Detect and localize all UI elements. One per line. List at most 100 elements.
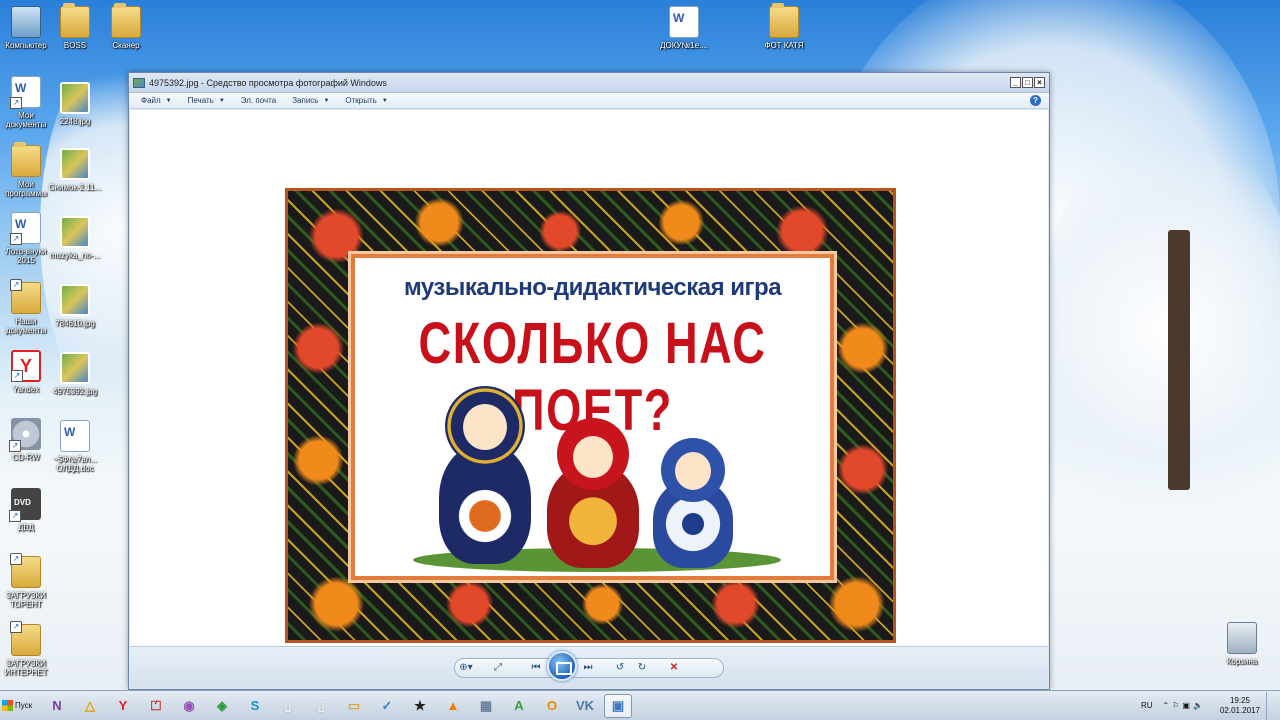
documents-icon [10,76,41,109]
desktop-icon-label: Корзина [1226,657,1258,666]
desktop-icon-2248[interactable]: 2248.jpg [47,82,103,126]
menu-label: Файл [141,96,161,105]
tray-icons[interactable]: ⌃⚐▣🔈 [1163,701,1206,710]
blank-doc-icon[interactable]: ▯ [274,694,302,718]
maximize-button[interactable]: □ [1022,77,1033,88]
desktop-icon-computer[interactable]: Компьютер [0,6,54,50]
poster-subtitle: музыкально-дидактическая игра [403,274,782,301]
folder-icon [769,3,799,38]
chevron-down-icon: ▼ [165,97,172,104]
pdf-reader-icon[interactable]: ⏍ [142,694,170,718]
desktop-icon-dvd[interactable]: ДВД [0,488,54,532]
desktop-icon-our-documents[interactable]: Наши документы [0,279,54,335]
slideshow-button[interactable] [547,651,577,681]
calculator-icon[interactable]: ▦ [472,694,500,718]
actual-size-button[interactable]: ⤢ [487,659,509,677]
next-button[interactable]: ⏭ [577,659,599,677]
desktop-icon-yandex[interactable]: Yandex [0,350,54,394]
yandex-icon [11,350,41,382]
rotate-cw-button[interactable]: ↻ [631,659,653,677]
show-desktop-button[interactable] [1266,691,1274,720]
desktop-icon-label: ДВД [18,523,34,532]
desktop-icon-boss[interactable]: BOSS [47,3,103,50]
chrome-icon[interactable]: ◈ [208,694,236,718]
desktop-icon-fot-katya[interactable]: ФОТ КАТЯ [756,3,812,50]
menu-email[interactable]: Эл. почта [241,96,276,105]
clock-time: 19:25 [1229,695,1250,705]
start-button[interactable]: Пуск [2,694,38,718]
vk-icon[interactable]: VK [571,694,599,718]
vlc-icon[interactable]: ▲ [439,694,467,718]
matryoshka-blue-large [439,386,531,564]
photo-viewer-window: 4975392.jpg - Средство просмотра фотогра… [128,72,1050,690]
desktop-icon-label: Мои программы [5,180,47,198]
desktop-icon-label: Снимок-2.11... [48,183,102,192]
taskbar-apps: N △ Y ⏍ ◉ ◈ S ▯ ▯ ▭ ✓ ★ ▲ ▦ A О VK ▣ [38,693,632,718]
chevron-down-icon: ▼ [381,97,388,104]
desktop-icon-4975392[interactable]: 4975392.jpg [47,352,103,396]
odnoklassniki-icon[interactable]: О [538,694,566,718]
camera-app-icon[interactable]: ★ [406,694,434,718]
desktop-icon-muzyka[interactable]: muzyka_no-... [47,216,103,260]
matryoshka-white-small [653,438,733,568]
folder-icon [10,621,41,656]
skype-icon[interactable]: S [241,694,269,718]
clock[interactable]: 19:25 02.01.2017 [1220,696,1260,716]
notepad-icon[interactable]: ▯ [307,694,335,718]
document-icon [10,212,41,245]
folder-icon [10,553,41,588]
desktop-icon-cdrw[interactable]: CD-RW [0,418,54,462]
desktop-icon-label: muzyka_no-... [49,251,101,260]
desktop-icon-internet-downloads[interactable]: ЗАГРУЗКИ ИНТЕРНЕТ [0,621,54,677]
yandex-browser-icon[interactable]: Y [109,694,137,718]
desktop-icon-label: Мои документы [5,111,47,129]
rotate-ccw-button[interactable]: ↺ [609,659,631,677]
explorer-icon[interactable]: ▭ [340,694,368,718]
menu-print[interactable]: Печать ▼ [188,96,225,105]
media-player-icon[interactable]: ◉ [175,694,203,718]
desktop-icon-my-documents[interactable]: Мои документы [0,76,54,129]
word-document-icon [669,6,699,38]
desktop-icon-784610[interactable]: 784610.jpg [47,284,103,328]
desktop-icon-label: 2248.jpg [59,117,91,126]
archicad-icon[interactable]: △ [76,694,104,718]
desktop-icon-torrent-downloads[interactable]: ЗАГРУЗКИ ТОРЕНТ [0,553,54,609]
delete-button[interactable]: ✕ [663,659,685,677]
image-viewport[interactable]: музыкально-дидактическая игра СКОЛЬКО НА… [130,110,1048,648]
desktop-icon-label: 784610.jpg [55,319,95,328]
onenote-icon[interactable]: N [43,694,71,718]
desktop-icon-loto[interactable]: Лото-внуки 2015 [0,212,54,265]
menu-open[interactable]: Открыть ▼ [345,96,387,105]
computer-icon [11,6,41,38]
desktop-icon-label: CD-RW [12,453,40,462]
chevron-down-icon: ▼ [218,97,225,104]
desktop-icon-doc-temp[interactable]: ~$Ф№7вл... ОЛДД.doc [47,420,103,473]
language-indicator[interactable]: RU [1141,701,1153,710]
minimize-button[interactable]: _ [1010,77,1021,88]
recycle-bin-icon [1227,622,1257,654]
desktop-icon-label: BOSS [63,41,87,50]
window-title: 4975392.jpg - Средство просмотра фотогра… [149,77,387,88]
menu-burn[interactable]: Запись ▼ [292,96,329,105]
desktop-icon-label: ДОКУ№1е.... [660,41,708,50]
desktop-icon-my-programs[interactable]: Мои программы [0,142,54,198]
help-icon[interactable]: ? [1030,95,1041,106]
desktop-icon-scanner[interactable]: Сканер [98,3,154,50]
checklist-icon[interactable]: ✓ [373,694,401,718]
previous-button[interactable]: ⏮ [525,659,547,677]
a-app-icon[interactable]: A [505,694,533,718]
menu-file[interactable]: Файл ▼ [141,96,172,105]
close-button[interactable]: × [1034,77,1045,88]
photo-viewer-icon[interactable]: ▣ [604,693,632,718]
taskbar: Пуск N △ Y ⏍ ◉ ◈ S ▯ ▯ ▭ ✓ ★ ▲ ▦ A О VK ▣ RU ⌃⚐▣🔈 19:25 0… [0,690,1280,720]
tree-trunk [1168,230,1190,490]
title-bar[interactable]: 4975392.jpg - Средство просмотра фотогра… [129,73,1049,93]
desktop-icon-label: 4975392.jpg [52,387,98,396]
desktop-icon-recycle-bin[interactable]: Корзина [1214,622,1270,666]
zoom-button[interactable]: ⊕▾ [455,659,477,677]
system-tray: RU ⌃⚐▣🔈 19:25 02.01.2017 [1141,691,1280,720]
desktop-icon-label: Лото-внуки 2015 [5,247,47,265]
poster-image: музыкально-дидактическая игра СКОЛЬКО НА… [285,188,896,643]
desktop-icon-snapshot[interactable]: Снимок-2.11... [47,148,103,192]
desktop-icon-doc1[interactable]: ДОКУ№1е.... [656,6,712,50]
